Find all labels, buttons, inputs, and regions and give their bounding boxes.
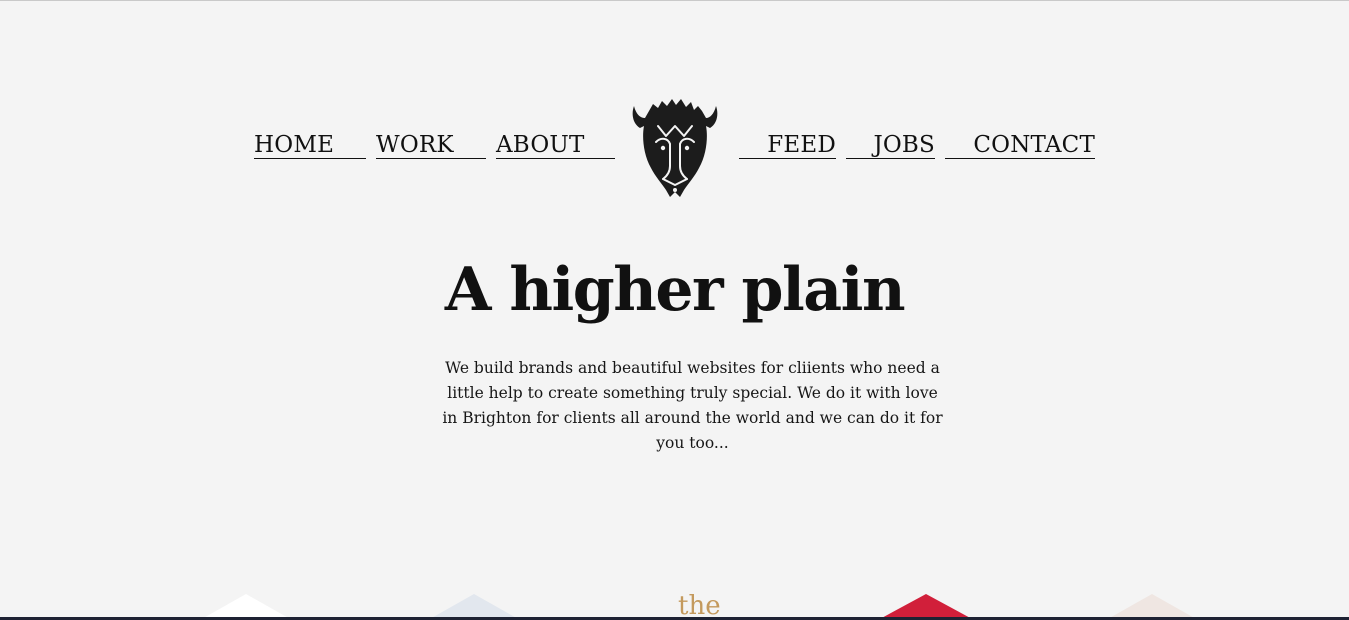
work-tile-2[interactable] xyxy=(428,592,520,620)
bison-logo-link[interactable] xyxy=(624,96,726,206)
hero-intro-text: We build brands and beautiful websites f… xyxy=(442,359,943,452)
work-tile-1[interactable] xyxy=(200,592,292,620)
work-tile-4[interactable] xyxy=(878,592,974,620)
hero-title: A higher plain xyxy=(444,255,906,325)
bison-head-icon xyxy=(632,99,718,197)
nav-home-link[interactable]: HOME xyxy=(254,131,366,159)
work-tile-3-wordmark: the xyxy=(678,591,721,620)
nav-work-link[interactable]: WORK xyxy=(376,131,486,159)
work-tile-3[interactable]: the xyxy=(652,589,732,620)
nav-feed-link[interactable]: FEED xyxy=(739,131,836,159)
work-tiles: the xyxy=(0,585,1349,620)
nav-jobs-link[interactable]: JOBS xyxy=(846,131,935,159)
nav-contact-link[interactable]: CONTACT xyxy=(945,131,1095,159)
work-tile-5[interactable] xyxy=(1106,592,1198,620)
nav-about-link[interactable]: ABOUT xyxy=(496,131,615,159)
top-border xyxy=(0,0,1349,1)
